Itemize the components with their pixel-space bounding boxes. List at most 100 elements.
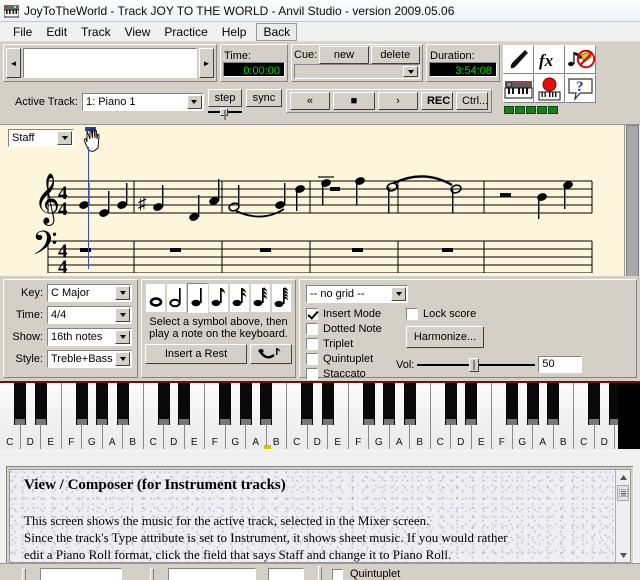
chevron-down-icon[interactable]: [186, 95, 202, 109]
piano-black-key[interactable]: [96, 383, 108, 425]
scroll-left-button[interactable]: ◄: [6, 48, 21, 78]
checkbox-insert-mode[interactable]: Insert Mode: [306, 306, 382, 321]
position-track[interactable]: [23, 48, 197, 78]
piano-black-key[interactable]: [321, 383, 334, 425]
whole-note-icon[interactable]: [145, 283, 166, 313]
chevron-down-icon[interactable]: [115, 352, 130, 366]
piano-black-key[interactable]: [465, 383, 477, 425]
ink-pen-icon[interactable]: [503, 45, 534, 74]
checkbox-dotted-note[interactable]: Dotted Note: [306, 321, 382, 336]
menu-practice[interactable]: Practice: [157, 23, 214, 41]
record-button[interactable]: REC: [420, 92, 453, 110]
cue-select[interactable]: [294, 64, 420, 79]
synth-keyboard-icon[interactable]: [503, 74, 534, 103]
piano-black-key[interactable]: [157, 383, 170, 425]
back-button[interactable]: Back: [256, 22, 298, 41]
score-scroll-thumb[interactable]: [626, 125, 639, 276]
piano-black-key[interactable]: [526, 383, 539, 425]
piano-black-key[interactable]: [506, 383, 518, 425]
piano-black-key[interactable]: [301, 383, 313, 425]
score-area[interactable]: Staff 𝄞 4 4 ♯ 𝄢 4 4: [0, 124, 640, 276]
piano-black-key[interactable]: [260, 383, 272, 425]
menu-track[interactable]: Track: [74, 23, 118, 41]
step-slider[interactable]: [207, 107, 242, 120]
stop-button[interactable]: ■: [332, 92, 375, 110]
help-bubble-icon[interactable]: ?: [565, 74, 596, 103]
checkbox-box[interactable]: [306, 307, 318, 320]
eighth-note-icon[interactable]: [208, 283, 229, 313]
time-signature-select[interactable]: 4/4: [47, 306, 132, 324]
menu-help[interactable]: Help: [215, 23, 254, 41]
help-scroll-up-button[interactable]: [616, 470, 630, 484]
menu-view[interactable]: View: [118, 23, 158, 41]
scroll-right-button[interactable]: ►: [199, 48, 214, 78]
piano-black-key[interactable]: [219, 383, 231, 425]
piano-black-key[interactable]: [547, 383, 559, 425]
style-select[interactable]: Treble+Bass: [47, 350, 132, 368]
active-track-select[interactable]: 1: Piano 1: [81, 93, 204, 111]
show-select[interactable]: 16th notes: [47, 328, 132, 346]
harmonize-button[interactable]: Harmonize...: [406, 326, 484, 348]
tie-note-icon[interactable]: [250, 344, 292, 364]
half-note-icon[interactable]: [166, 283, 187, 313]
key-select[interactable]: C Major: [47, 284, 132, 302]
piano-black-key[interactable]: [14, 383, 26, 425]
cue-delete-button[interactable]: delete: [370, 45, 420, 64]
ctrl-button[interactable]: Ctrl...: [455, 92, 488, 110]
quarter-note-icon[interactable]: [187, 283, 208, 313]
piano-keyboard[interactable]: CDEFGABCDEFGABCDEFGABCDEFGABCDEFGAB: [0, 381, 640, 449]
checkbox-lock-score[interactable]: Lock score: [406, 306, 484, 321]
menu-edit[interactable]: Edit: [39, 23, 74, 41]
chevron-down-icon[interactable]: [115, 330, 130, 344]
help-scroll-down-button[interactable]: [616, 548, 630, 562]
sync-button[interactable]: sync: [245, 89, 282, 107]
record-keyboard-icon[interactable]: [534, 74, 565, 103]
checkbox-box[interactable]: [306, 367, 318, 380]
score-scrollbar[interactable]: [624, 125, 640, 276]
piano-black-key[interactable]: [116, 383, 129, 425]
help-scrollbar[interactable]: [615, 470, 630, 562]
checkbox-triplet[interactable]: Triplet: [306, 336, 382, 351]
volume-value[interactable]: 50: [538, 356, 583, 373]
grid-select[interactable]: -- no grid --: [306, 285, 408, 303]
checkbox-box[interactable]: [406, 307, 418, 320]
piano-black-key[interactable]: [34, 383, 47, 425]
thirty-second-note-icon[interactable]: [250, 283, 271, 313]
checkbox-quintuplet[interactable]: Quintuplet: [306, 351, 382, 366]
sheet-music[interactable]: 𝄞 4 4 ♯ 𝄢 4 4: [12, 147, 622, 273]
play-button[interactable]: ›: [377, 92, 418, 110]
checkbox-box[interactable]: [306, 322, 318, 335]
piano-black-key[interactable]: [362, 383, 375, 425]
menu-file[interactable]: File: [6, 23, 39, 41]
volume-slider[interactable]: [417, 357, 536, 372]
step-button[interactable]: step: [207, 88, 242, 107]
help-viewport[interactable]: View / Composer (for Instrument tracks) …: [9, 469, 631, 563]
chevron-down-icon[interactable]: [403, 66, 418, 77]
checkbox-box[interactable]: [306, 352, 318, 365]
cue-new-button[interactable]: new: [319, 45, 369, 64]
staff-view-select[interactable]: Staff: [8, 129, 74, 147]
piano-black-key[interactable]: [444, 383, 457, 425]
chevron-down-icon[interactable]: [391, 287, 406, 301]
chevron-down-icon[interactable]: [115, 286, 130, 300]
rewind-button[interactable]: «: [289, 92, 330, 110]
sixteenth-note-icon[interactable]: [229, 283, 250, 313]
piano-black-key[interactable]: [239, 383, 252, 425]
note-palette[interactable]: [145, 283, 292, 313]
sixty-fourth-note-icon[interactable]: [271, 283, 292, 313]
piano-black-key[interactable]: [588, 383, 600, 425]
checkbox-staccato[interactable]: Staccato: [306, 366, 382, 381]
position-scrollbar[interactable]: ◄ ►: [3, 44, 217, 82]
fx-icon[interactable]: fx: [534, 45, 565, 74]
help-scroll-thumb[interactable]: [617, 485, 629, 501]
insert-rest-button[interactable]: Insert a Rest: [145, 344, 247, 364]
mute-note-icon[interactable]: [565, 45, 596, 74]
checkbox-box[interactable]: [332, 569, 343, 580]
chevron-down-icon[interactable]: [115, 308, 130, 322]
piano-black-key[interactable]: [383, 383, 395, 425]
piano-black-key[interactable]: [75, 383, 88, 425]
checkbox-box[interactable]: [306, 337, 318, 350]
chevron-down-icon[interactable]: [57, 131, 72, 145]
piano-black-key[interactable]: [403, 383, 416, 425]
piano-black-key[interactable]: [178, 383, 190, 425]
